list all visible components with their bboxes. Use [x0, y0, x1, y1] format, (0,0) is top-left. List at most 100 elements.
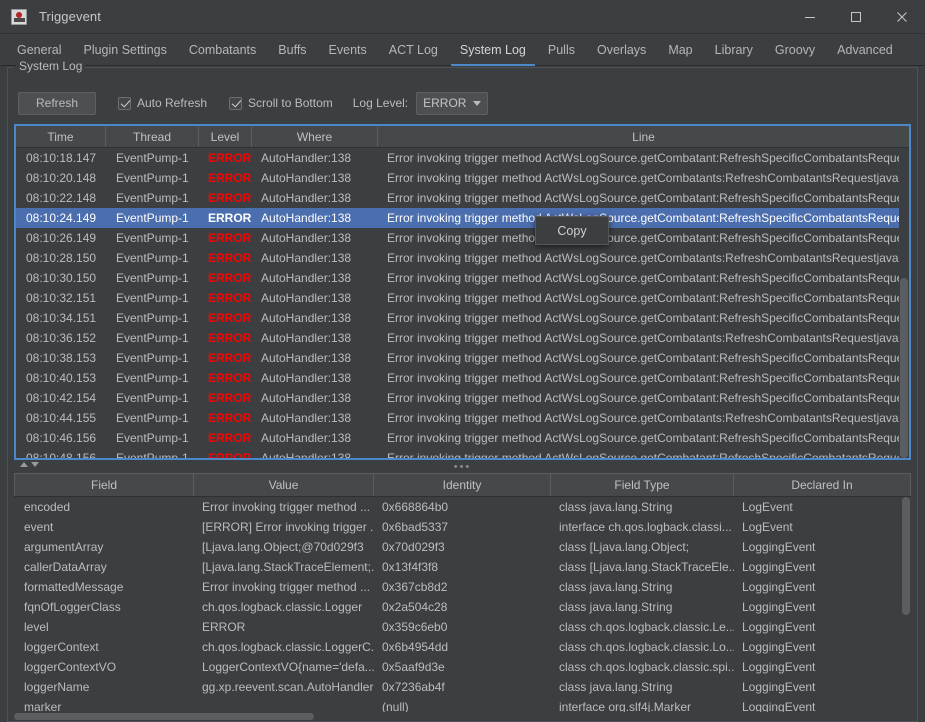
log-column-header-where[interactable]: Where [252, 126, 378, 147]
log-cell-line: Error invoking trigger method ActWsLogSo… [387, 331, 909, 345]
tab-act-log[interactable]: ACT Log [378, 34, 449, 65]
auto-refresh-label: Auto Refresh [137, 96, 208, 110]
detail-table-row[interactable]: level ERROR 0x359c6eb0 class ch.qos.logback… [14, 617, 911, 637]
detail-vertical-scrollbar[interactable] [901, 497, 911, 721]
tab-pulls[interactable]: Pulls [537, 34, 586, 65]
log-cell-thread: EventPump-1 [116, 251, 189, 265]
tab-advanced[interactable]: Advanced [826, 34, 904, 65]
log-table-row[interactable]: 08:10:32.151 EventPump-1 ERROR AutoHandler:… [16, 288, 909, 308]
tab-events[interactable]: Events [318, 34, 378, 65]
detail-table-row[interactable]: encoded Error invoking trigger method ...… [14, 497, 911, 517]
log-table-row[interactable]: 08:10:38.153 EventPump-1 ERROR AutoHandler:… [16, 348, 909, 368]
detail-table-row[interactable]: callerDataArray [Ljava.lang.StackTraceEle… [14, 557, 911, 577]
log-table-row[interactable]: 08:10:20.148 EventPump-1 ERROR AutoHandler:… [16, 168, 909, 188]
detail-column-header-identity[interactable]: Identity [374, 474, 551, 496]
detail-cell-field: argumentArray [24, 540, 104, 554]
log-column-header-time[interactable]: Time [16, 126, 106, 147]
log-table-row[interactable]: 08:10:34.151 EventPump-1 ERROR AutoHandler:… [16, 308, 909, 328]
log-table-row[interactable]: 08:10:26.149 EventPump-1 ERROR AutoHandler:… [16, 228, 909, 248]
scroll-to-bottom-checkbox[interactable]: Scroll to Bottom [229, 96, 333, 110]
detail-hscrollbar-thumb[interactable] [14, 713, 314, 720]
detail-cell-identity: 0x6b4954dd [382, 640, 449, 654]
detail-cell-type: class java.lang.String [559, 500, 673, 514]
log-table-row[interactable]: 08:10:18.147 EventPump-1 ERROR AutoHandler:… [16, 148, 909, 168]
log-vertical-scrollbar[interactable] [899, 148, 909, 458]
panel-splitter[interactable]: ••• [14, 460, 911, 473]
tab-buffs[interactable]: Buffs [267, 34, 317, 65]
log-cell-level: ERROR [208, 311, 252, 325]
detail-column-header-field[interactable]: Field [14, 474, 194, 496]
log-column-header-line[interactable]: Line [378, 126, 909, 147]
field-detail-table[interactable]: Field Value Identity Field Type Declared In … [14, 473, 911, 721]
log-table-body[interactable]: 08:10:18.147 EventPump-1 ERROR AutoHandler:… [16, 148, 909, 458]
log-cell-level: ERROR [208, 351, 252, 365]
tab-groovy[interactable]: Groovy [764, 34, 826, 65]
tab-overlays[interactable]: Overlays [586, 34, 657, 65]
log-cell-thread: EventPump-1 [116, 191, 189, 205]
log-column-header-level[interactable]: Level [199, 126, 252, 147]
tab-library[interactable]: Library [704, 34, 764, 65]
log-cell-level: ERROR [208, 251, 252, 265]
log-cell-where: AutoHandler:138 [261, 351, 352, 365]
log-table-row[interactable]: 08:10:46.156 EventPump-1 ERROR AutoHandler:… [16, 428, 909, 448]
detail-table-row[interactable]: loggerContext ch.qos.logback.classic.Logg… [14, 637, 911, 657]
detail-table-row[interactable]: loggerContextVO LoggerContextVO{name='def… [14, 657, 911, 677]
log-scrollbar-thumb[interactable] [900, 278, 908, 458]
detail-cell-type: class java.lang.String [559, 600, 673, 614]
context-menu-item-copy[interactable]: Copy [557, 224, 586, 238]
log-table-row[interactable]: 08:10:30.150 EventPump-1 ERROR AutoHandler:… [16, 268, 909, 288]
splitter-collapse-arrows[interactable] [20, 462, 39, 467]
detail-cell-declared: LoggingEvent [742, 640, 816, 654]
detail-table-row[interactable]: event [ERROR] Error invoking trigger ... 0… [14, 517, 911, 537]
log-table-row[interactable]: 08:10:22.148 EventPump-1 ERROR AutoHandler:… [16, 188, 909, 208]
chevron-up-icon[interactable] [20, 462, 28, 467]
log-cell-time: 08:10:34.151 [26, 311, 97, 325]
detail-column-header-field-type[interactable]: Field Type [551, 474, 734, 496]
log-table-row[interactable]: 08:10:44.155 EventPump-1 ERROR AutoHandler:… [16, 408, 909, 428]
log-cell-time: 08:10:30.150 [26, 271, 97, 285]
detail-table-body[interactable]: encoded Error invoking trigger method ...… [14, 497, 911, 717]
log-table-row[interactable]: 08:10:42.154 EventPump-1 ERROR AutoHandler:… [16, 388, 909, 408]
detail-table-row[interactable]: loggerName gg.xp.reevent.scan.AutoHandler… [14, 677, 911, 697]
detail-cell-value: ch.qos.logback.classic.LoggerC... [202, 640, 374, 654]
window-controls [787, 0, 925, 34]
chevron-down-icon[interactable] [31, 462, 39, 467]
tab-system-log[interactable]: System Log [449, 34, 537, 66]
tab-plugin-settings[interactable]: Plugin Settings [72, 34, 177, 65]
log-table-row[interactable]: 08:10:48.156 EventPump-1 ERROR AutoHandler:… [16, 448, 909, 458]
detail-column-header-value[interactable]: Value [194, 474, 374, 496]
log-cell-time: 08:10:40.153 [26, 371, 97, 385]
log-level-select[interactable]: ERROR [416, 91, 489, 115]
log-cell-thread: EventPump-1 [116, 231, 189, 245]
log-table-row[interactable]: 08:10:40.153 EventPump-1 ERROR AutoHandler:… [16, 368, 909, 388]
close-button[interactable] [879, 0, 925, 34]
detail-table-row[interactable]: fqnOfLoggerClass ch.qos.logback.classic.L… [14, 597, 911, 617]
log-table-row[interactable]: 08:10:24.149 EventPump-1 ERROR AutoHandler:… [16, 208, 909, 228]
maximize-button[interactable] [833, 0, 879, 34]
log-cell-line: Error invoking trigger method ActWsLogSo… [387, 191, 909, 205]
tab-map[interactable]: Map [657, 34, 703, 65]
log-cell-where: AutoHandler:138 [261, 371, 352, 385]
detail-cell-identity: 0x367cb8d2 [382, 580, 448, 594]
log-cell-line: Error invoking trigger method ActWsLogSo… [387, 311, 909, 325]
detail-scrollbar-thumb[interactable] [902, 497, 910, 615]
detail-cell-field: loggerName [24, 680, 90, 694]
detail-table-row[interactable]: formattedMessage Error invoking trigger m… [14, 577, 911, 597]
checkbox-icon [229, 96, 243, 110]
detail-table-row[interactable]: argumentArray [Ljava.lang.Object;@70d029f… [14, 537, 911, 557]
group-title: System Log [16, 59, 86, 73]
system-log-table[interactable]: Time Thread Level Where Line 08:10:18.147 Eve… [14, 124, 911, 460]
refresh-button[interactable]: Refresh [18, 91, 96, 115]
tab-combatants[interactable]: Combatants [178, 34, 267, 65]
log-table-row[interactable]: 08:10:36.152 EventPump-1 ERROR AutoHandler:… [16, 328, 909, 348]
log-table-row[interactable]: 08:10:28.150 EventPump-1 ERROR AutoHandler:… [16, 248, 909, 268]
detail-column-header-declared-in[interactable]: Declared In [734, 474, 911, 496]
context-menu[interactable]: Copy [535, 216, 609, 245]
detail-horizontal-scrollbar[interactable] [14, 712, 901, 721]
log-column-header-thread[interactable]: Thread [106, 126, 199, 147]
log-cell-time: 08:10:36.152 [26, 331, 97, 345]
log-cell-thread: EventPump-1 [116, 431, 189, 445]
detail-cell-type: class [Ljava.lang.Object; [559, 540, 690, 554]
minimize-button[interactable] [787, 0, 833, 34]
auto-refresh-checkbox[interactable]: Auto Refresh [118, 96, 207, 110]
